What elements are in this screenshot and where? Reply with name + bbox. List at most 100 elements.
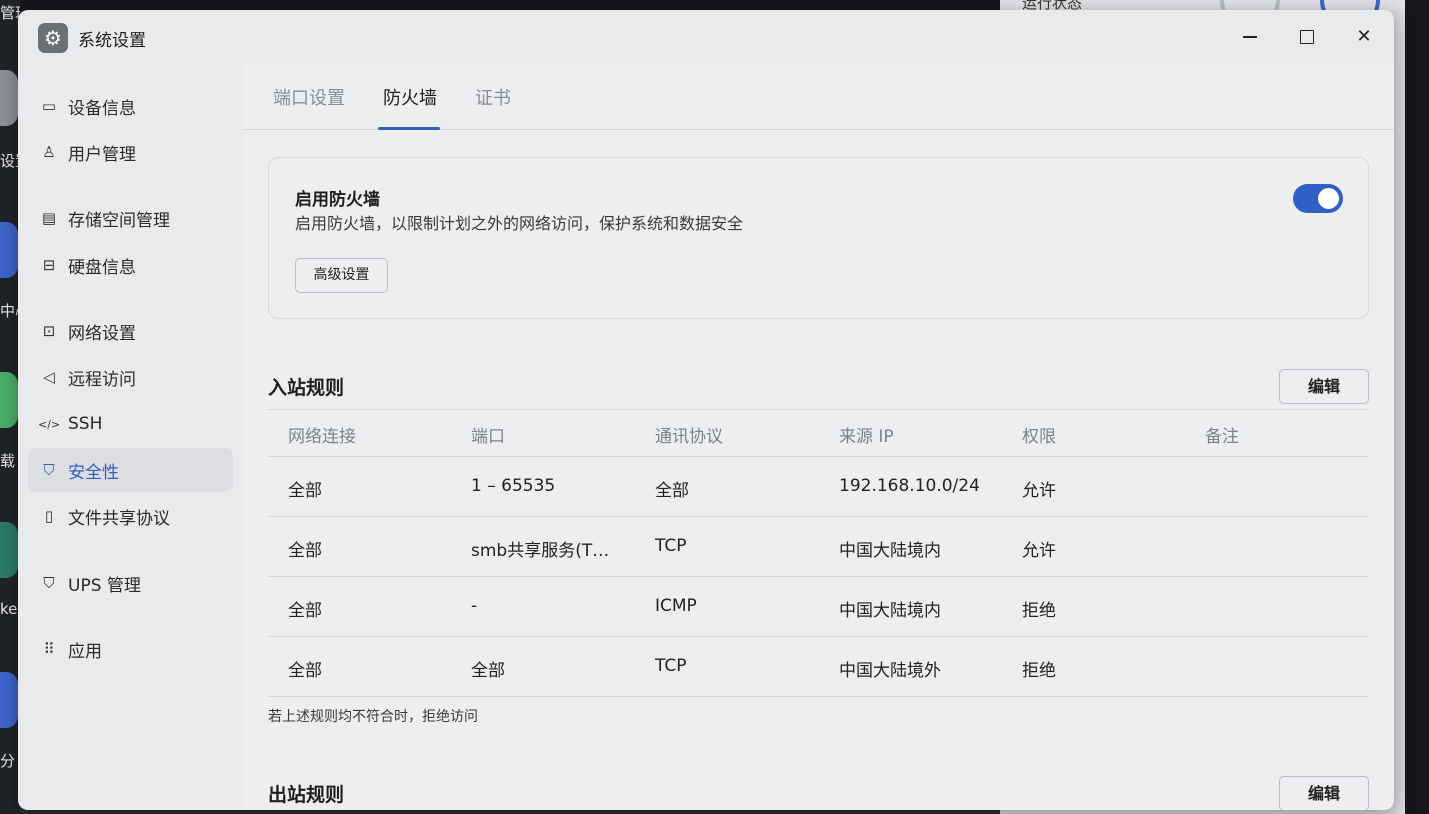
sidebar-item-label: 远程访问 (68, 369, 136, 390)
sidebar-item-security[interactable]: ⛉ 安全性 (28, 448, 233, 492)
table-cell: 中国大陆境内 (839, 541, 941, 561)
table-cell: 1 – 65535 (471, 476, 556, 496)
sidebar-item-label: 用户管理 (68, 144, 136, 165)
main-content: 端口设置 防火墙 证书 启用防火墙 启用防火墙，以限制计划之外的网络访问，保护系… (243, 64, 1394, 810)
download-app-icon[interactable] (0, 372, 18, 428)
desktop-label[interactable]: 载 (0, 450, 15, 471)
table-row[interactable]: 全部 1 – 65535 全部 192.168.10.0/24 允许 (268, 457, 1369, 517)
table-cell: TCP (655, 656, 687, 676)
table-cell: 192.168.10.0/24 (839, 476, 980, 496)
column-header[interactable]: 来源 IP (839, 422, 894, 447)
sidebar-item-label: 设备信息 (68, 98, 136, 119)
desktop-label[interactable]: 中心 (0, 300, 20, 321)
table-header: 网络连接 端口 通讯协议 来源 IP 权限 备注 (268, 410, 1369, 457)
window-title: 系统设置 (78, 31, 146, 51)
sidebar-item-ssh[interactable]: </> SSH (28, 402, 233, 446)
tab-bar: 端口设置 防火墙 证书 (243, 64, 1394, 130)
sidebar-item-label: 硬盘信息 (68, 257, 136, 278)
firewall-title: 启用防火墙 (295, 190, 380, 210)
device-icon: ▭ (41, 97, 57, 115)
sidebar-item-label: UPS 管理 (68, 575, 141, 596)
sidebar-item-label: 安全性 (68, 462, 119, 483)
sidebar-item-storage[interactable]: ▤ 存储空间管理 (28, 196, 233, 240)
sidebar-item-user-management[interactable]: ♙ 用户管理 (28, 130, 233, 174)
sidebar-item-apps[interactable]: ⠿ 应用 (28, 627, 233, 671)
table-cell: 全部 (288, 601, 322, 621)
desktop-label[interactable]: 管理 (0, 2, 20, 23)
outbound-edit-button[interactable]: 编辑 (1279, 776, 1369, 810)
table-cell: 拒绝 (1022, 661, 1056, 681)
table-cell: 全部 (288, 661, 322, 681)
default-deny-note: 若上述规则均不符合时，拒绝访问 (268, 709, 478, 725)
desktop-label[interactable]: ker (0, 600, 20, 618)
apps-icon: ⠿ (43, 640, 55, 658)
advanced-settings-button[interactable]: 高级设置 (295, 258, 388, 293)
table-cell: 中国大陆境外 (839, 661, 941, 681)
sidebar-item-network[interactable]: ⊡ 网络设置 (28, 309, 233, 353)
inbound-rules-table: 网络连接 端口 通讯协议 来源 IP 权限 备注 全部 1 – 65535 全部… (268, 409, 1369, 697)
active-tab-indicator (378, 127, 440, 130)
sidebar-item-ups[interactable]: ⛉ UPS 管理 (28, 561, 233, 605)
disk-icon: ⊟ (42, 256, 56, 274)
shield-icon: ⛉ (43, 574, 55, 592)
desktop-left-dock: 管理 设置 中心 载 ker 分 (0, 0, 20, 814)
outbound-rules-title: 出站规则 (268, 784, 345, 806)
sidebar-item-label: 存储空间管理 (68, 210, 170, 231)
sidebar-item-label: 网络设置 (68, 323, 136, 344)
tab-firewall[interactable]: 防火墙 (383, 84, 437, 110)
sidebar-item-file-sharing[interactable]: ▯ 文件共享协议 (28, 494, 233, 538)
send-icon: ◁ (43, 368, 55, 386)
sidebar-item-disk-info[interactable]: ⊟ 硬盘信息 (28, 243, 233, 287)
docker-app-icon[interactable] (0, 522, 18, 578)
storage-icon: ▤ (41, 209, 57, 227)
table-row[interactable]: 全部 全部 TCP 中国大陆境外 拒绝 (268, 637, 1369, 697)
column-header[interactable]: 备注 (1205, 422, 1239, 447)
maximize-icon (1300, 30, 1314, 44)
table-cell: 拒绝 (1022, 601, 1056, 621)
firewall-toggle[interactable] (1293, 184, 1343, 213)
table-cell: 全部 (288, 541, 322, 561)
table-cell: smb共享服务(T… (471, 541, 610, 561)
column-header[interactable]: 网络连接 (288, 422, 356, 447)
close-button[interactable]: ✕ (1350, 23, 1378, 51)
column-header[interactable]: 端口 (471, 422, 505, 447)
sidebar-item-remote-access[interactable]: ◁ 远程访问 (28, 355, 233, 399)
sidebar: ▭ 设备信息 ♙ 用户管理 ▤ 存储空间管理 ⊟ 硬盘信息 ⊡ 网络设置 ◁ 远… (18, 64, 242, 810)
column-header[interactable]: 通讯协议 (655, 422, 723, 447)
maximize-button[interactable] (1293, 23, 1321, 51)
table-cell: 允许 (1022, 481, 1056, 501)
shield-check-icon: ⛉ (43, 461, 55, 479)
firewall-card: 启用防火墙 启用防火墙，以限制计划之外的网络访问，保护系统和数据安全 高级设置 (268, 157, 1369, 319)
minimize-button[interactable] (1236, 23, 1264, 51)
minimize-icon (1243, 36, 1257, 38)
title-bar[interactable]: ⚙ 系统设置 ✕ (18, 10, 1394, 64)
sidebar-item-label: 文件共享协议 (68, 508, 170, 529)
network-icon: ⊡ (42, 322, 56, 340)
desktop-label[interactable]: 设置 (0, 150, 20, 171)
backup-app-icon[interactable] (0, 672, 18, 728)
inbound-edit-button[interactable]: 编辑 (1279, 369, 1369, 404)
sidebar-item-label: 应用 (68, 641, 102, 662)
desktop-label[interactable]: 分 (0, 750, 15, 771)
table-cell: TCP (655, 536, 687, 556)
toggle-knob (1318, 188, 1339, 209)
user-icon: ♙ (42, 143, 56, 161)
table-cell: 允许 (1022, 541, 1056, 561)
table-cell: 中国大陆境内 (839, 601, 941, 621)
document-icon: ▯ (44, 507, 54, 525)
tab-port-settings[interactable]: 端口设置 (273, 84, 345, 110)
settings-app-icon[interactable] (0, 70, 18, 126)
table-row[interactable]: 全部 smb共享服务(T… TCP 中国大陆境内 允许 (268, 517, 1369, 577)
system-settings-window: ⚙ 系统设置 ✕ ▭ 设备信息 ♙ 用户管理 ▤ 存储空间管理 ⊟ 硬盘信息 ⊡… (18, 10, 1394, 810)
sidebar-item-device-info[interactable]: ▭ 设备信息 (28, 84, 233, 128)
tab-certificate[interactable]: 证书 (475, 84, 511, 110)
sidebar-item-label: SSH (68, 414, 103, 434)
table-row[interactable]: 全部 - ICMP 中国大陆境内 拒绝 (268, 577, 1369, 637)
gear-icon: ⚙ (38, 23, 68, 53)
table-cell: 全部 (471, 661, 505, 681)
firewall-description: 启用防火墙，以限制计划之外的网络访问，保护系统和数据安全 (295, 214, 744, 233)
table-cell: 全部 (655, 481, 689, 501)
app-center-icon[interactable] (0, 222, 18, 278)
table-cell: - (471, 596, 478, 616)
column-header[interactable]: 权限 (1022, 422, 1056, 447)
